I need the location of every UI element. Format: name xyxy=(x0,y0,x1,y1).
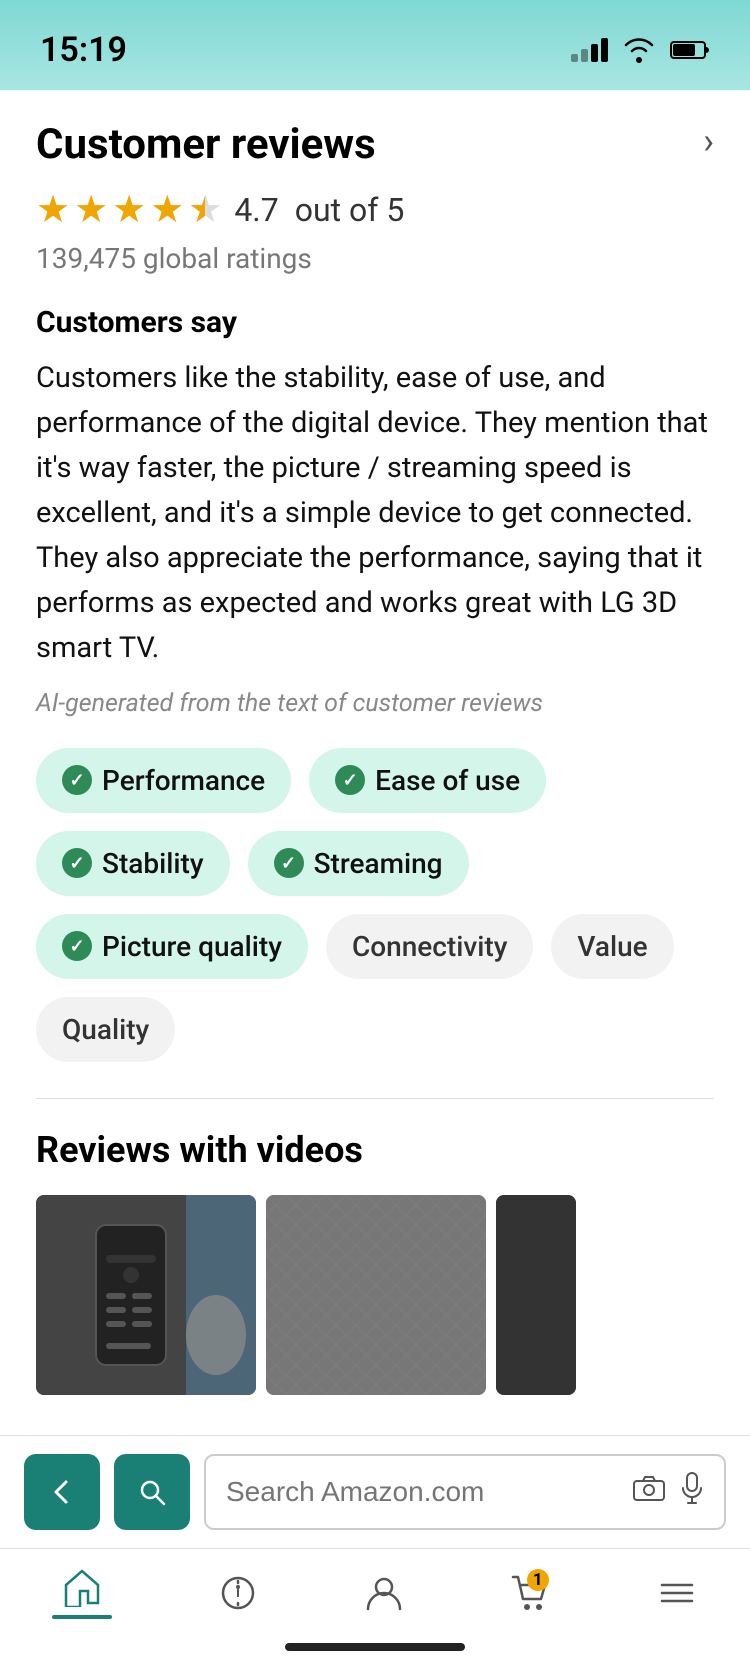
video-thumb-2-img xyxy=(266,1195,486,1395)
section-divider xyxy=(36,1098,714,1099)
tag-value[interactable]: Value xyxy=(551,914,673,979)
star-half: ★ ★ xyxy=(188,187,218,232)
tag-picture-quality[interactable]: Picture quality xyxy=(36,914,308,979)
status-bar: 15:19 xyxy=(0,0,750,90)
tag-stability[interactable]: Stability xyxy=(36,831,230,896)
rating-row[interactable]: ★ ★ ★ ★ ★ ★ 4.7 out of 5 xyxy=(36,187,714,232)
deals-icon xyxy=(217,1573,259,1613)
tag-check-ease-of-use xyxy=(335,765,365,795)
video-thumb-3-img xyxy=(496,1195,576,1395)
back-arrow-icon xyxy=(46,1476,78,1508)
video-thumb-1-img xyxy=(36,1195,256,1395)
video-thumb-3[interactable] xyxy=(496,1195,576,1395)
video-thumb-2[interactable] xyxy=(266,1195,486,1395)
battery-icon xyxy=(670,39,710,61)
nav-home[interactable] xyxy=(52,1567,112,1619)
tag-ease-of-use[interactable]: Ease of use xyxy=(309,748,546,813)
tags-container: Performance Ease of use Stability Stream… xyxy=(36,748,714,1062)
cart-badge: 1 xyxy=(527,1569,549,1591)
tag-check-picture-quality xyxy=(62,931,92,961)
account-icon xyxy=(364,1573,404,1613)
search-icon-button[interactable] xyxy=(114,1454,190,1530)
status-icons xyxy=(571,37,710,63)
bottom-nav: 1 xyxy=(0,1548,750,1629)
star-2: ★ xyxy=(74,187,108,232)
mic-icon[interactable] xyxy=(680,1471,704,1513)
tag-performance[interactable]: Performance xyxy=(36,748,291,813)
search-input-wrapper xyxy=(204,1454,726,1530)
main-content: Customer reviews › ★ ★ ★ ★ ★ ★ 4.7 out o… xyxy=(0,90,750,1395)
home-icon xyxy=(61,1567,103,1607)
rating-score: 4.7 xyxy=(234,191,278,229)
nav-cart[interactable]: 1 xyxy=(509,1573,551,1613)
back-button[interactable] xyxy=(24,1454,100,1530)
tag-connectivity[interactable]: Connectivity xyxy=(326,914,533,979)
tag-check-streaming xyxy=(274,848,304,878)
customers-say-text: Customers like the stability, ease of us… xyxy=(36,356,714,671)
global-ratings: 139,475 global ratings xyxy=(36,242,714,275)
star-4: ★ xyxy=(150,187,184,232)
video-thumbnails-row xyxy=(0,1195,750,1395)
wifi-icon xyxy=(622,37,656,63)
nav-menu[interactable] xyxy=(656,1573,698,1613)
video-thumb-1[interactable] xyxy=(36,1195,256,1395)
star-3: ★ xyxy=(112,187,146,232)
star-1: ★ xyxy=(36,187,70,232)
tag-check-stability xyxy=(62,848,92,878)
rating-out-of: out of 5 xyxy=(295,191,405,229)
nav-deals[interactable] xyxy=(217,1573,259,1613)
camera-icon[interactable] xyxy=(632,1474,666,1510)
home-indicator xyxy=(0,1629,750,1671)
ai-generated-note: AI-generated from the text of customer r… xyxy=(36,689,714,718)
reviews-videos-title: Reviews with videos xyxy=(36,1129,714,1171)
menu-icon xyxy=(656,1573,698,1613)
chevron-right-icon[interactable]: › xyxy=(703,120,714,162)
spacer xyxy=(0,1395,750,1435)
page-title: Customer reviews xyxy=(36,120,376,169)
search-input[interactable] xyxy=(226,1476,618,1508)
status-time: 15:19 xyxy=(40,30,127,70)
nav-active-indicator xyxy=(52,1615,112,1619)
tag-streaming[interactable]: Streaming xyxy=(248,831,469,896)
customers-say-title: Customers say xyxy=(36,305,714,340)
search-bar-container xyxy=(0,1435,750,1548)
search-icon xyxy=(136,1476,168,1508)
signal-icon xyxy=(571,38,608,62)
star-rating: ★ ★ ★ ★ ★ ★ xyxy=(36,187,218,232)
tag-check-performance xyxy=(62,765,92,795)
home-indicator-bar xyxy=(285,1643,465,1651)
nav-account[interactable] xyxy=(364,1573,404,1613)
tag-quality[interactable]: Quality xyxy=(36,997,175,1062)
